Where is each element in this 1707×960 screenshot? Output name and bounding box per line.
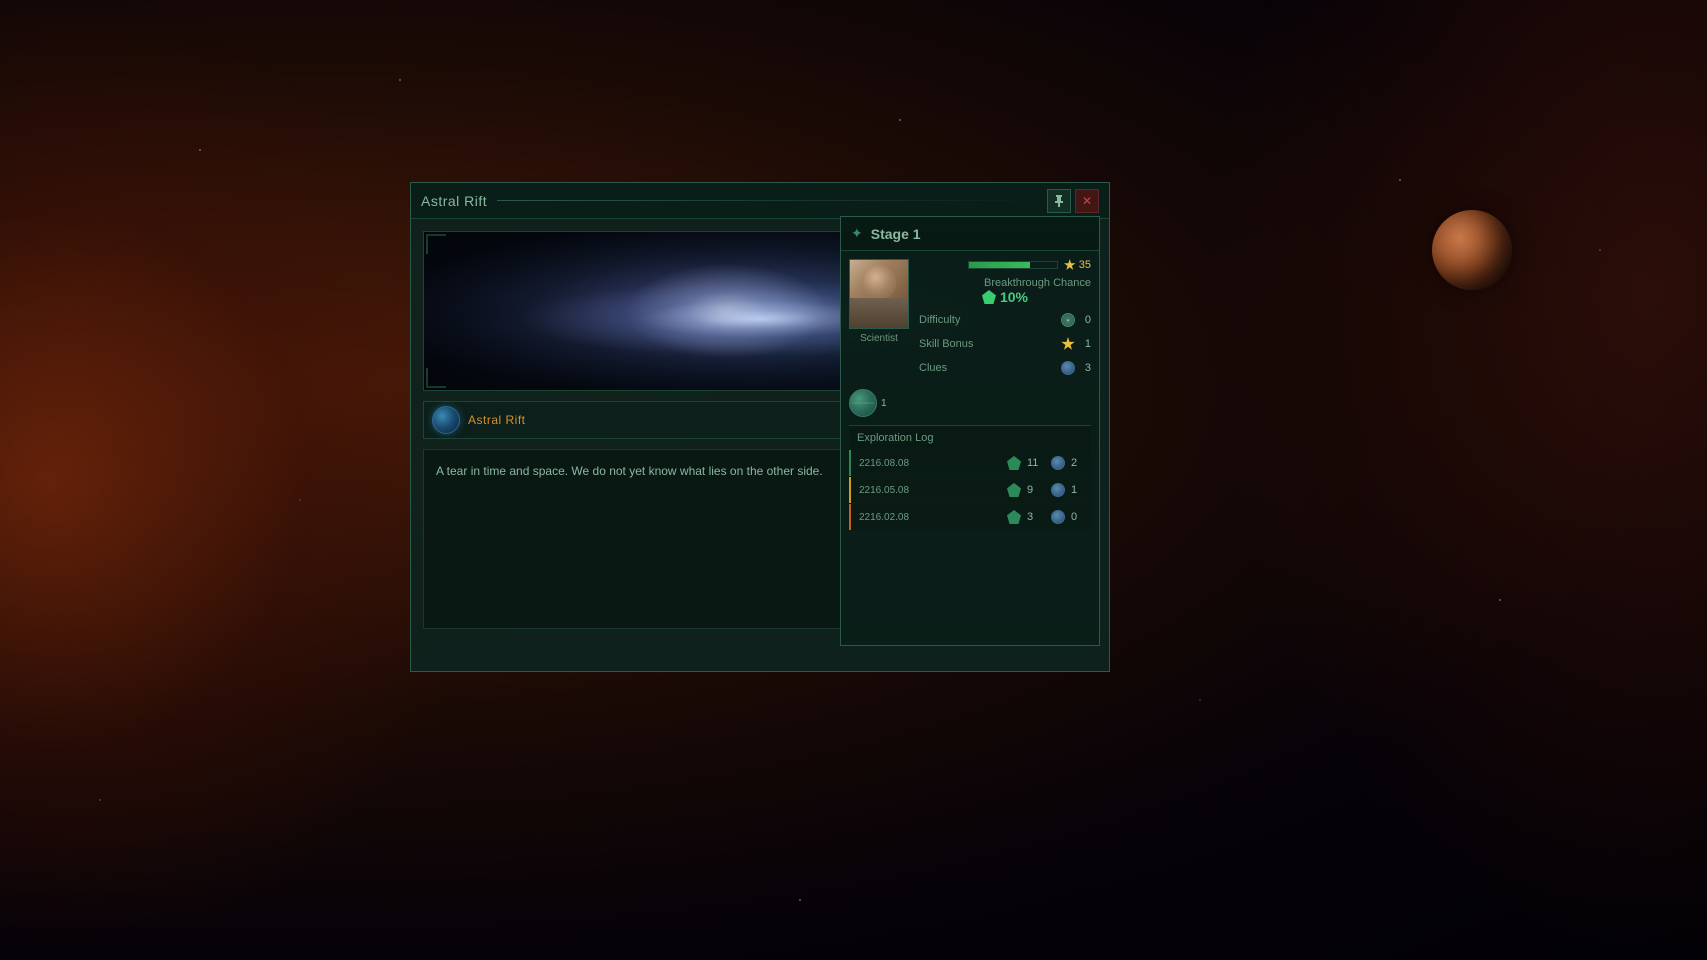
difficulty-icon: • — [1061, 313, 1075, 327]
clues-value-group: 3 — [1061, 361, 1091, 375]
globe-icon — [849, 389, 877, 417]
scientist-row: Scientist 35 Breakthrough Chance — [849, 259, 1091, 377]
breakthrough-label: Breakthrough Chance — [919, 277, 1091, 289]
globe-icon-area: 1 — [849, 385, 1091, 421]
scientist-portrait[interactable] — [849, 259, 909, 329]
log-header: Exploration Log — [849, 426, 1091, 450]
log-gem-icon-2 — [1007, 483, 1021, 497]
difficulty-row: Difficulty • 0 — [919, 311, 1091, 329]
close-button[interactable]: ✕ — [1075, 189, 1099, 213]
progress-bar-row: 35 — [919, 259, 1091, 271]
log-date-1: 2216.08.08 — [859, 458, 1001, 469]
globe-number: 1 — [881, 398, 887, 409]
skill-value: 1 — [1079, 338, 1091, 350]
description-text: A tear in time and space. We do not yet … — [436, 464, 823, 478]
scientist-badge — [890, 310, 906, 326]
stage-icon: ✦ — [851, 225, 863, 242]
stats-area: 35 Breakthrough Chance 10% Difficulty • — [919, 259, 1091, 377]
log-entry-2: 2216.05.08 9 1 — [849, 477, 1091, 503]
skill-value-group: 1 — [1061, 337, 1091, 351]
breakthrough-gem-icon — [982, 290, 996, 304]
stage-header: ✦ Stage 1 — [841, 217, 1099, 251]
clues-label: Clues — [919, 362, 947, 374]
log-clue-val-3: 0 — [1071, 511, 1083, 523]
window-header: Astral Rift ✕ — [411, 183, 1109, 219]
log-gem-icon-1 — [1007, 456, 1021, 470]
log-clue-val-2: 1 — [1071, 484, 1083, 496]
scientist-label: Scientist — [860, 333, 898, 344]
log-gem-val-2: 9 — [1027, 484, 1045, 496]
log-gem-val-1: 11 — [1027, 457, 1045, 469]
log-entry-3: 2216.02.08 3 0 — [849, 504, 1091, 530]
window-controls: ✕ — [1047, 189, 1099, 213]
log-clue-icon-3 — [1051, 510, 1065, 524]
skill-star-icon — [1061, 337, 1075, 351]
difficulty-value: 0 — [1079, 314, 1091, 326]
log-date-3: 2216.02.08 — [859, 512, 1001, 523]
log-clue-icon-1 — [1051, 456, 1065, 470]
scientist-area: Scientist — [849, 259, 909, 377]
corner-bl — [426, 368, 446, 388]
log-entry-1: 2216.08.08 11 2 — [849, 450, 1091, 476]
breakthrough-value: 10% — [919, 289, 1091, 305]
progress-star-icon — [1064, 259, 1076, 271]
log-gem-icon-3 — [1007, 510, 1021, 524]
progress-number: 35 — [1079, 259, 1091, 271]
log-date-2: 2216.05.08 — [859, 485, 1001, 496]
bar-title: Astral Rift — [468, 413, 526, 427]
skill-label: Skill Bonus — [919, 338, 973, 350]
progress-bar-fill — [969, 262, 1031, 268]
stage-panel: ✦ Stage 1 Scientist 35 — [840, 216, 1100, 646]
clue-icon — [1061, 361, 1075, 375]
log-clue-val-1: 2 — [1071, 457, 1083, 469]
planet-icon — [1432, 210, 1512, 290]
header-divider — [497, 200, 1037, 201]
progress-value: 35 — [1064, 259, 1091, 271]
window-title: Astral Rift — [421, 193, 487, 209]
exploration-log: Exploration Log 2216.08.08 11 2 2216.05.… — [849, 425, 1091, 530]
log-clue-icon-2 — [1051, 483, 1065, 497]
stage-title: Stage 1 — [871, 226, 921, 242]
log-gem-val-3: 3 — [1027, 511, 1045, 523]
clues-row: Clues 3 — [919, 359, 1091, 377]
clues-value: 3 — [1079, 362, 1091, 374]
log-entries: 2216.08.08 11 2 2216.05.08 9 1 2216.02.0 — [849, 450, 1091, 530]
progress-bar-container — [968, 261, 1058, 269]
corner-tl — [426, 234, 446, 254]
pin-button[interactable] — [1047, 189, 1071, 213]
stage-content: Scientist 35 Breakthrough Chance — [841, 251, 1099, 538]
orb-icon — [432, 406, 460, 434]
skill-row: Skill Bonus 1 — [919, 335, 1091, 353]
difficulty-label: Difficulty — [919, 314, 960, 326]
difficulty-value-group: • 0 — [1061, 313, 1091, 327]
breakthrough-percent: 10% — [1000, 289, 1028, 305]
